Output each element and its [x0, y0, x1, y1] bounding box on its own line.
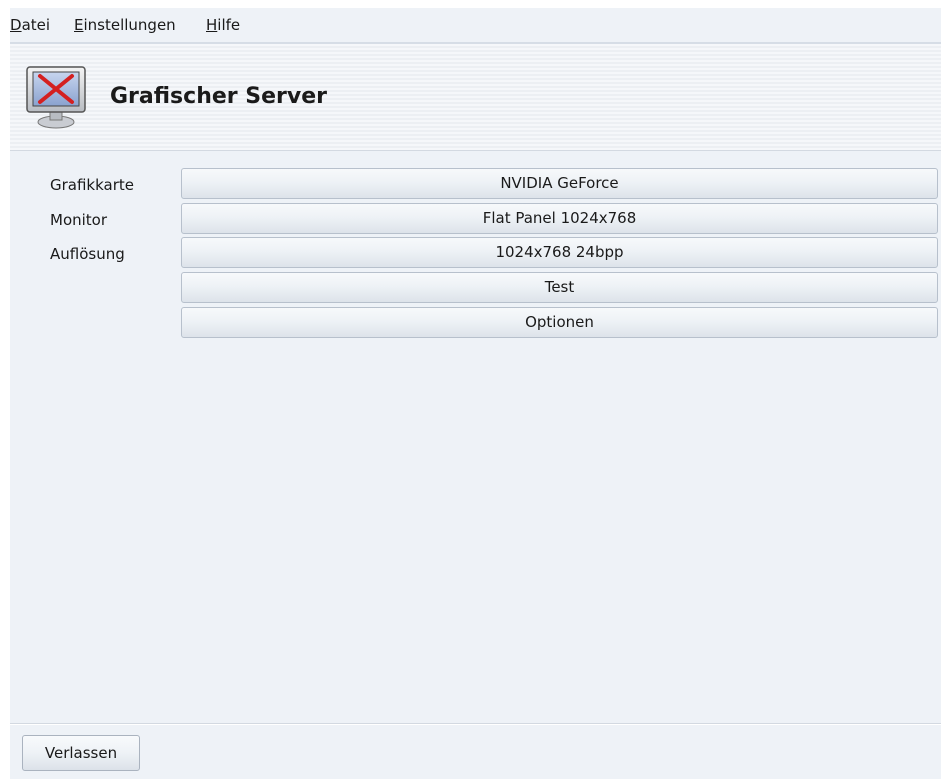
app-window: Datei Einstellungen Hilfe Grafischer Ser… — [10, 8, 941, 779]
options-button[interactable]: Optionen — [181, 307, 938, 338]
menu-einstellungen[interactable]: Einstellungen — [74, 16, 176, 34]
menu-bar: Datei Einstellungen Hilfe — [10, 8, 941, 44]
label-grafikkarte: Grafikkarte — [50, 176, 135, 194]
menu-datei[interactable]: Datei — [10, 16, 50, 34]
label-monitor: Monitor — [50, 211, 108, 229]
graphics-card-button[interactable]: NVIDIA GeForce — [181, 168, 938, 199]
menu-hilfe[interactable]: Hilfe — [206, 16, 240, 34]
footer-divider — [10, 723, 941, 725]
resolution-button[interactable]: 1024x768 24bpp — [181, 237, 938, 268]
test-button[interactable]: Test — [181, 272, 938, 303]
page-title: Grafischer Server — [110, 84, 328, 109]
page-header: Grafischer Server — [10, 44, 941, 151]
quit-button[interactable]: Verlassen — [22, 735, 140, 771]
label-aufloesung: Auflösung — [50, 245, 125, 263]
monitor-button[interactable]: Flat Panel 1024x768 — [181, 203, 938, 234]
monitor-x-icon — [24, 64, 88, 130]
